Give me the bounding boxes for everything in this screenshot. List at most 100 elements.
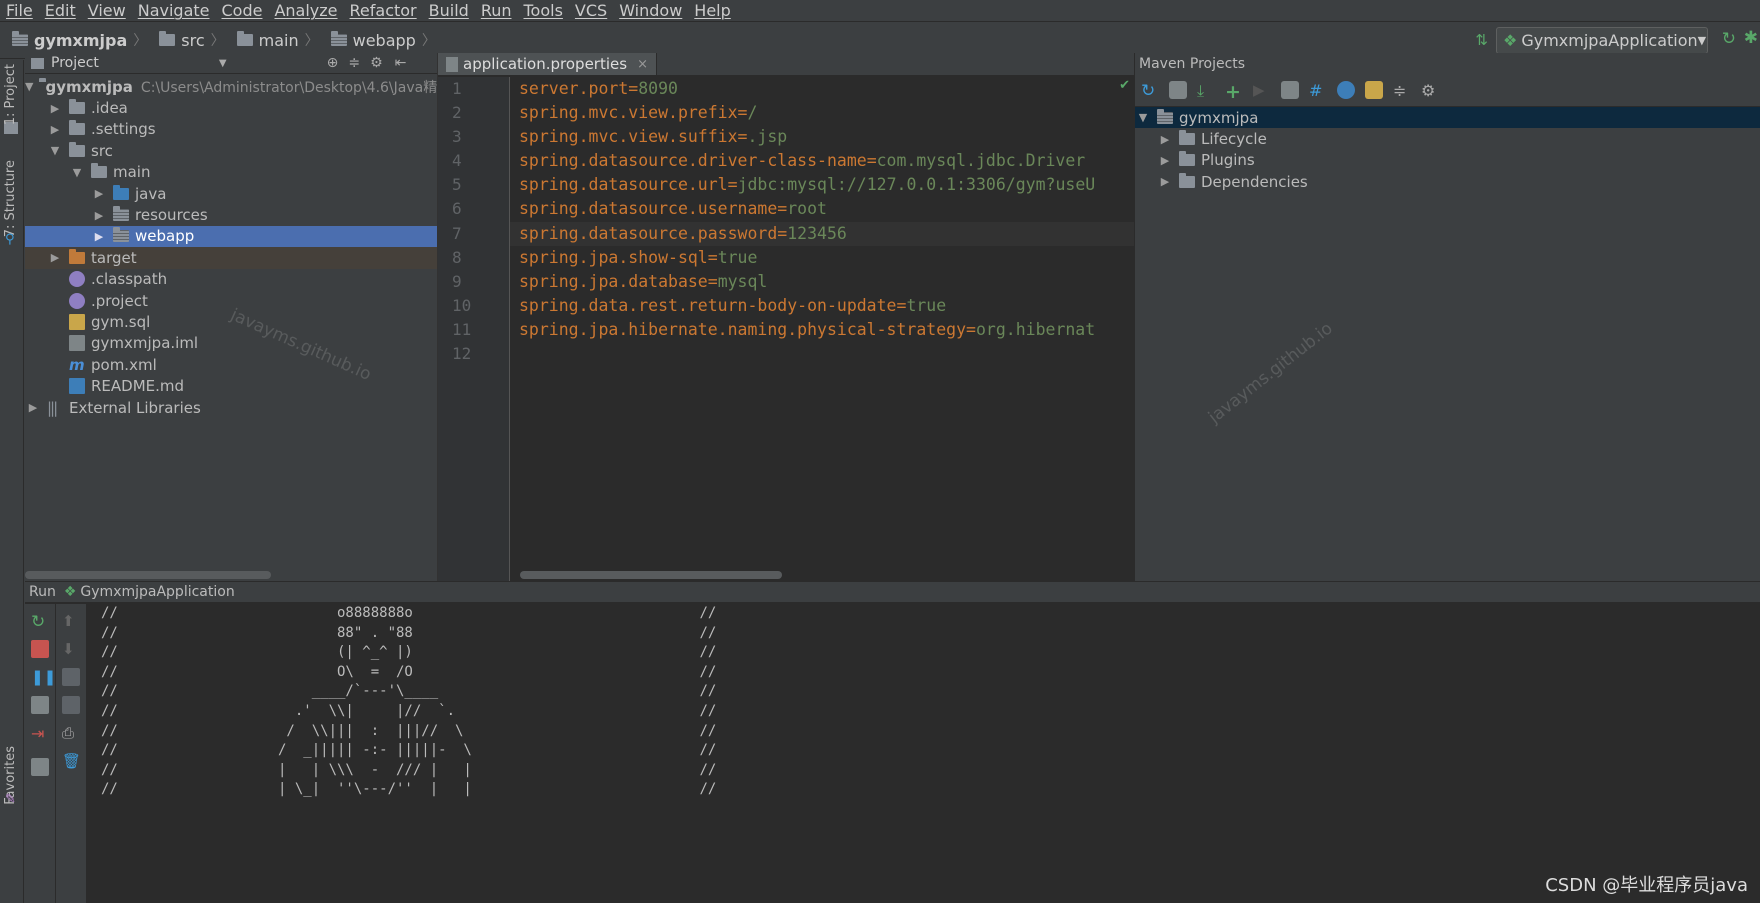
- collapsed-arrow-icon[interactable]: ▶: [1157, 133, 1173, 146]
- expanded-arrow-icon[interactable]: ▼: [1135, 111, 1151, 124]
- build-icon[interactable]: ⇅: [1475, 31, 1488, 49]
- rerun-icon[interactable]: ↻: [1722, 29, 1736, 49]
- clear-icon[interactable]: 🗑: [62, 752, 81, 770]
- download-icon[interactable]: ⤓: [1197, 81, 1215, 100]
- menu-analyze[interactable]: Analyze: [268, 1, 343, 20]
- stop-icon[interactable]: [31, 640, 49, 658]
- reimport-icon[interactable]: ↻: [1141, 81, 1159, 101]
- menu-tools[interactable]: Tools: [518, 1, 569, 20]
- menu-refactor[interactable]: Refactor: [344, 1, 423, 20]
- menu-code[interactable]: Code: [216, 1, 269, 20]
- menu-vcs[interactable]: VCS: [569, 1, 613, 20]
- scroll-to-end-icon[interactable]: [62, 696, 80, 714]
- collapse-all-icon[interactable]: ≑: [1393, 81, 1411, 100]
- layout-icon[interactable]: [31, 758, 49, 776]
- menu-help[interactable]: Help: [688, 1, 736, 20]
- gear-icon[interactable]: ⚙: [370, 55, 383, 71]
- tree-item-pom[interactable]: m pom.xml: [25, 354, 437, 375]
- breadcrumb-src[interactable]: src 〉: [147, 30, 225, 50]
- tree-item-main[interactable]: ▼ main: [25, 162, 437, 183]
- collapsed-arrow-icon[interactable]: ▶: [47, 102, 63, 115]
- scroll-from-source-icon[interactable]: ⊕: [327, 55, 339, 71]
- tree-item-idea[interactable]: ▶ .idea: [25, 97, 437, 118]
- tree-item-webapp[interactable]: ▶ webapp: [25, 225, 437, 248]
- tree-item-settings[interactable]: ▶ .settings: [25, 119, 437, 140]
- soft-wrap-icon[interactable]: [62, 668, 80, 686]
- code-area[interactable]: server.port=8090 spring.mvc.view.prefix=/…: [510, 77, 1134, 581]
- arrow-up-icon[interactable]: ⬆: [62, 612, 80, 630]
- code-line[interactable]: spring.datasource.driver-class-name=com.…: [510, 149, 1134, 173]
- menu-run[interactable]: Run: [475, 1, 518, 20]
- menu-file[interactable]: File: [0, 1, 39, 20]
- tree-item-java[interactable]: ▶ java: [25, 183, 437, 204]
- print-icon[interactable]: ⎙: [62, 724, 80, 742]
- tree-item-external-libraries[interactable]: ▶ ||| External Libraries: [25, 397, 437, 418]
- project-horizontal-scrollbar[interactable]: [25, 571, 271, 579]
- collapsed-arrow-icon[interactable]: ▶: [1157, 175, 1173, 188]
- menu-build[interactable]: Build: [423, 1, 475, 20]
- expanded-arrow-icon[interactable]: ▼: [47, 144, 63, 157]
- code-line[interactable]: spring.jpa.database=mysql: [510, 270, 1134, 294]
- collapsed-arrow-icon[interactable]: ▶: [91, 187, 107, 200]
- tree-item-classpath[interactable]: .classpath: [25, 269, 437, 290]
- show-dependencies-icon[interactable]: [1365, 81, 1383, 99]
- breadcrumb-main[interactable]: main 〉: [225, 30, 319, 50]
- collapsed-arrow-icon[interactable]: ▶: [47, 251, 63, 264]
- run-icon[interactable]: ▶: [1253, 81, 1271, 99]
- run-tab-label[interactable]: GymxmjpaApplication: [80, 584, 234, 600]
- expanded-arrow-icon[interactable]: ▼: [69, 166, 85, 179]
- tree-item-target[interactable]: ▶ target: [25, 247, 437, 269]
- collapsed-arrow-icon[interactable]: ▶: [91, 230, 107, 243]
- project-view-selector[interactable]: Project: [51, 55, 99, 71]
- code-line[interactable]: spring.mvc.view.prefix=/: [510, 101, 1134, 125]
- breadcrumb-project[interactable]: gymxmjpa 〉: [0, 30, 147, 50]
- code-line[interactable]: spring.datasource.password=123456: [510, 221, 1134, 246]
- tree-item-project[interactable]: .project: [25, 290, 437, 311]
- tab-project[interactable]: 1: Project: [3, 64, 18, 125]
- collapsed-arrow-icon[interactable]: ▶: [47, 123, 63, 136]
- dump-threads-icon[interactable]: [31, 696, 49, 714]
- maven-root[interactable]: ▼ gymxmjpa: [1135, 107, 1760, 129]
- tree-item-src[interactable]: ▼ src: [25, 140, 437, 161]
- tree-item-resources[interactable]: ▶ resources: [25, 204, 437, 225]
- code-line[interactable]: spring.datasource.username=root: [510, 197, 1134, 221]
- code-line[interactable]: spring.jpa.show-sql=true: [510, 246, 1134, 270]
- expanded-arrow-icon[interactable]: ▼: [25, 80, 33, 93]
- arrow-down-icon[interactable]: ⬇: [62, 640, 80, 658]
- hide-panel-icon[interactable]: ⇤: [395, 55, 407, 71]
- menu-window[interactable]: Window: [613, 1, 688, 20]
- maven-plugins[interactable]: ▶ Plugins: [1135, 150, 1760, 171]
- toggle-offline-icon[interactable]: #: [1309, 81, 1327, 100]
- close-icon[interactable]: ×: [637, 57, 648, 72]
- breadcrumb-webapp[interactable]: webapp 〉: [319, 30, 436, 50]
- skip-tests-icon[interactable]: [1337, 81, 1355, 99]
- chevron-down-icon[interactable]: ▼: [219, 58, 227, 69]
- tab-structure[interactable]: 7: Structure: [3, 160, 18, 237]
- code-line[interactable]: spring.mvc.view.suffix=.jsp: [510, 125, 1134, 149]
- rerun-icon[interactable]: ↻: [31, 612, 49, 632]
- pause-icon[interactable]: ❚❚: [31, 668, 56, 686]
- collapsed-arrow-icon[interactable]: ▶: [25, 401, 41, 414]
- maven-lifecycle[interactable]: ▶ Lifecycle: [1135, 128, 1760, 149]
- tree-item-readme[interactable]: README.md: [25, 375, 437, 396]
- execute-goal-icon[interactable]: [1281, 81, 1299, 99]
- code-line[interactable]: [510, 342, 1134, 366]
- menu-edit[interactable]: Edit: [39, 1, 82, 20]
- exit-icon[interactable]: ⇥: [31, 724, 49, 743]
- tree-item-iml[interactable]: gymxmjpa.iml: [25, 333, 437, 354]
- tree-item-root[interactable]: ▼ gymxmjpa C:\Users\Administrator\Deskto…: [25, 76, 451, 97]
- menu-view[interactable]: View: [82, 1, 132, 20]
- run-configuration-select[interactable]: ❖ GymxmjpaApplication ▼: [1496, 27, 1708, 54]
- code-line[interactable]: server.port=8090: [510, 77, 1134, 101]
- collapse-all-icon[interactable]: ≑: [348, 55, 360, 71]
- menu-navigate[interactable]: Navigate: [132, 1, 216, 20]
- collapsed-arrow-icon[interactable]: ▶: [91, 209, 107, 222]
- debug-icon[interactable]: ✱: [1744, 28, 1758, 48]
- editor-horizontal-scrollbar[interactable]: [520, 571, 782, 579]
- generate-sources-icon[interactable]: [1169, 81, 1187, 99]
- tab-application-properties[interactable]: application.properties ×: [438, 53, 657, 75]
- add-icon[interactable]: +: [1225, 81, 1243, 103]
- code-line[interactable]: spring.jpa.hibernate.naming.physical-str…: [510, 318, 1134, 342]
- maven-dependencies[interactable]: ▶ Dependencies: [1135, 171, 1760, 192]
- console-output[interactable]: // o8888888o // // 88" . "88 // // (| ^_^ …: [87, 604, 1760, 903]
